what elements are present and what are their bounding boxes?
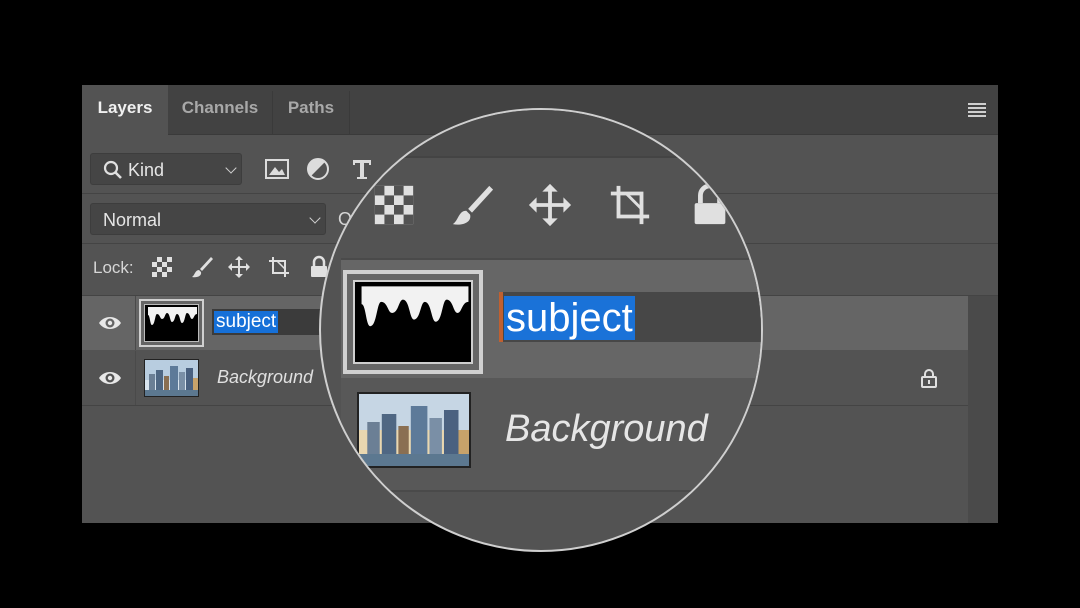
blend-mode-select[interactable]: Normal <box>90 203 326 235</box>
layer-lock-icon[interactable] <box>920 368 938 388</box>
divider <box>341 490 761 492</box>
magnified-mask-thumbnail <box>353 280 473 364</box>
blend-mode-label: Normal <box>103 210 162 230</box>
city-skyline-icon <box>145 360 198 396</box>
visibility-toggle[interactable] <box>82 351 136 405</box>
magnifier-loupe: subject Background <box>319 108 763 552</box>
layer-name-selected-text[interactable]: subject <box>214 311 279 333</box>
lock-paint-icon[interactable] <box>190 255 214 279</box>
search-icon <box>103 160 122 179</box>
lock-paint-icon <box>452 185 494 225</box>
kind-filter-select[interactable]: Kind <box>90 153 242 185</box>
lock-label: Lock: <box>93 258 134 277</box>
chevron-down-icon <box>225 162 237 174</box>
magnified-background-thumbnail <box>357 392 471 468</box>
magnified-layer-name: subject <box>504 296 635 340</box>
tab-channels[interactable]: Channels <box>168 85 272 135</box>
mask-thumbnail[interactable] <box>144 304 199 342</box>
panel-menu-icon[interactable] <box>968 103 986 117</box>
lock-all-icon <box>694 183 726 225</box>
eye-icon <box>99 317 121 329</box>
layer-name[interactable]: Background <box>217 367 313 388</box>
city-skyline-icon <box>359 394 469 466</box>
lock-transparent-icon[interactable] <box>150 255 174 279</box>
mask-icon <box>355 282 471 362</box>
lock-artboard-icon <box>610 185 650 225</box>
mask-icon <box>145 305 198 341</box>
image-filter-icon[interactable] <box>264 156 290 182</box>
background-thumbnail[interactable] <box>144 359 199 397</box>
magnified-background-name: Background <box>505 408 708 450</box>
eye-icon <box>99 372 121 384</box>
kind-filter-label: Kind <box>128 160 165 180</box>
visibility-toggle[interactable] <box>82 296 136 350</box>
tab-layers[interactable]: Layers <box>82 85 168 136</box>
lock-move-icon[interactable] <box>227 255 251 279</box>
magnified-view: subject Background <box>321 110 761 550</box>
chevron-down-icon <box>309 212 321 224</box>
magnified-blend-row <box>321 110 761 156</box>
scrollbar-track[interactable] <box>968 296 998 523</box>
lock-transparent-icon <box>374 185 414 225</box>
lock-move-icon <box>528 183 572 227</box>
lock-artboard-icon[interactable] <box>267 255 291 279</box>
text-caret <box>499 292 503 342</box>
